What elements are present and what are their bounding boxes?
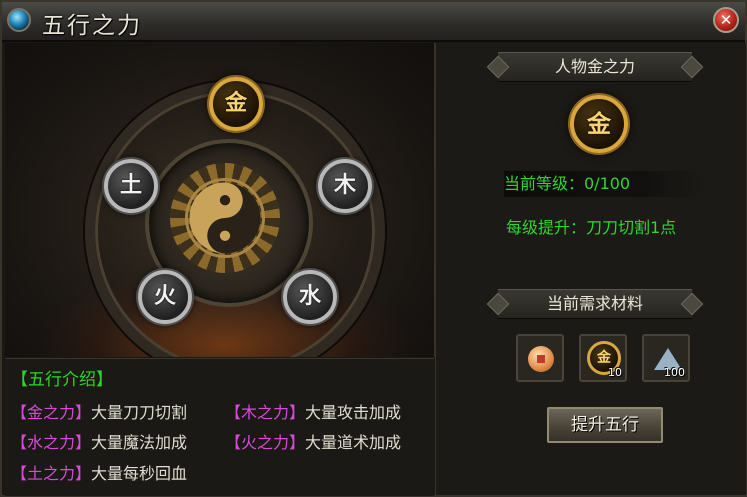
intro-desc: 大量道术加成 (305, 433, 402, 452)
material-slot-metal[interactable]: 金 10 (579, 334, 627, 382)
intro-item-fire: 【火之力】大量道术加成 (225, 429, 401, 453)
selected-element-icon: 金 (570, 95, 628, 153)
fire-element-orb[interactable]: 火 (138, 270, 192, 324)
yin-yang-icon (185, 178, 265, 258)
intro-item-water: 【水之力】大量魔法加成 (11, 429, 187, 453)
intro-item-earth: 【土之力】大量每秒回血 (11, 460, 187, 484)
intro-tag: 【金之力】 (11, 403, 92, 422)
intro-tag: 【水之力】 (11, 433, 92, 452)
title-bar: 五行之力 ✕ (2, 2, 745, 42)
water-element-orb[interactable]: 水 (283, 270, 337, 324)
close-button[interactable]: ✕ (713, 7, 739, 33)
five-elements-window: 五行之力 ✕ 金 土 木 火 水 【五行介绍】 【金之力】大量刀刀切割 【木之力… (0, 0, 747, 497)
element-intro: 【五行介绍】 【金之力】大量刀刀切割 【木之力】大量攻击加成 【水之力】大量魔法… (5, 358, 434, 496)
material-slot-coin[interactable] (516, 334, 564, 382)
intro-item-wood: 【木之力】大量攻击加成 (225, 399, 401, 423)
detail-heading: 人物金之力 (498, 52, 692, 82)
intro-tag: 【火之力】 (225, 433, 306, 452)
intro-title: 【五行介绍】 (11, 370, 113, 390)
intro-desc: 大量魔法加成 (91, 433, 188, 452)
intro-desc: 大量刀刀切割 (91, 403, 188, 422)
upgrade-element-button[interactable]: 提升五行 (547, 407, 663, 443)
metal-element-orb[interactable]: 金 (209, 77, 263, 131)
material-qty: 100 (664, 366, 685, 379)
element-wheel-panel: 金 土 木 火 水 (5, 43, 435, 357)
materials-heading: 当前需求材料 (498, 289, 692, 319)
material-qty: 10 (608, 366, 622, 379)
intro-item-metal: 【金之力】大量刀刀切割 (11, 399, 187, 423)
wood-element-orb[interactable]: 木 (318, 159, 372, 213)
intro-tag: 【木之力】 (225, 403, 306, 422)
intro-desc: 大量攻击加成 (305, 403, 402, 422)
current-level: 当前等级：0/100 (504, 171, 704, 197)
window-title: 五行之力 (42, 13, 142, 39)
element-detail-panel: 人物金之力 金 当前等级：0/100 每级提升：刀刀切割1点 当前需求材料 金 … (435, 43, 746, 495)
intro-tag: 【土之力】 (11, 464, 92, 483)
intro-desc: 大量每秒回血 (91, 464, 188, 483)
material-slot-crystal[interactable]: 100 (642, 334, 690, 382)
title-orb-icon (7, 8, 31, 32)
copper-coin-icon (528, 346, 554, 372)
earth-element-orb[interactable]: 土 (104, 159, 158, 213)
per-level-bonus: 每级提升：刀刀切割1点 (506, 218, 677, 237)
